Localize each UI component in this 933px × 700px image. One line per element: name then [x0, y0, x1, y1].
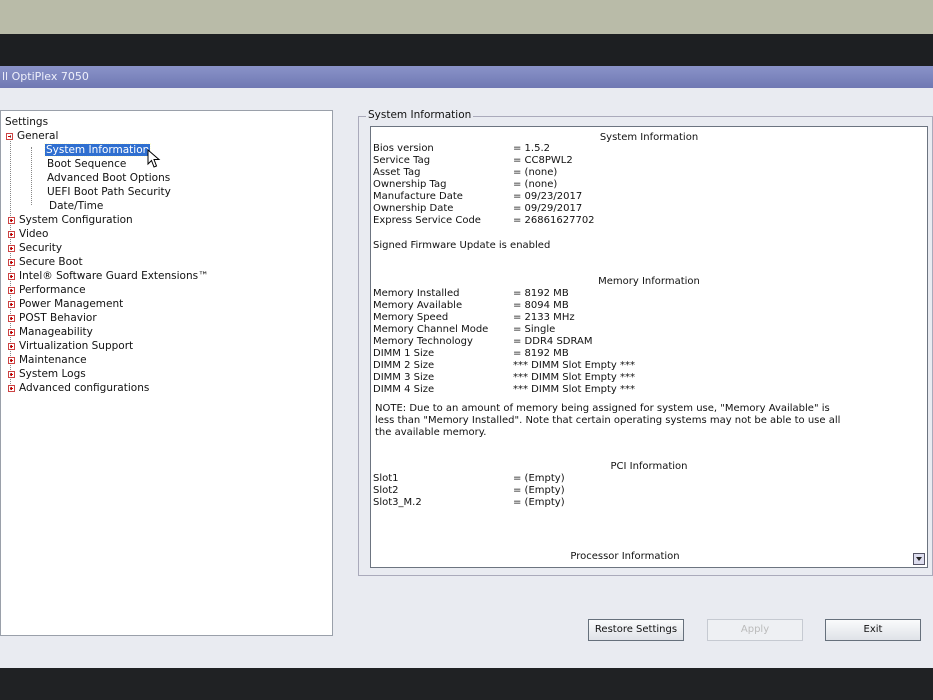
tree-item-video[interactable]: Video: [8, 227, 48, 241]
system-information-content[interactable]: System Information Bios version = 1.5.2 S…: [370, 126, 928, 568]
monitor-bezel-bottom: [0, 668, 933, 700]
expand-icon[interactable]: [8, 272, 15, 280]
tree-item-intel-sgx[interactable]: Intel® Software Guard Extensions™: [8, 269, 209, 283]
expand-icon[interactable]: [8, 216, 15, 224]
section-heading-processor: Processor Information: [570, 551, 680, 562]
expand-icon[interactable]: [8, 286, 15, 294]
exit-button[interactable]: Exit: [825, 619, 921, 641]
tree-item-power-management[interactable]: Power Management: [8, 297, 123, 311]
scroll-down-icon[interactable]: [913, 553, 925, 565]
expand-icon[interactable]: [8, 230, 15, 238]
mouse-cursor-icon: [147, 149, 161, 168]
tree-item-general[interactable]: General: [6, 129, 58, 143]
expand-icon[interactable]: [8, 370, 15, 378]
tree-item-secure-boot[interactable]: Secure Boot: [8, 255, 83, 269]
section-heading-memory: Memory Information: [598, 276, 700, 287]
tree-item-boot-sequence[interactable]: Boot Sequence: [47, 157, 126, 171]
tree-item-virtualization-support[interactable]: Virtualization Support: [8, 339, 133, 353]
tree-connector-line: [31, 147, 32, 205]
tree-item-performance[interactable]: Performance: [8, 283, 86, 297]
tree-item-manageability[interactable]: Manageability: [8, 325, 93, 339]
apply-button[interactable]: Apply: [707, 619, 803, 641]
background-wall: [0, 0, 933, 34]
expand-icon[interactable]: [8, 300, 15, 308]
settings-tree: Settings General System Information Boot…: [0, 110, 333, 636]
expand-icon[interactable]: [8, 328, 15, 336]
tree-item-maintenance[interactable]: Maintenance: [8, 353, 87, 367]
expand-icon[interactable]: [8, 244, 15, 252]
firmware-note: Signed Firmware Update is enabled: [373, 240, 551, 251]
monitor-bezel-top: [0, 34, 933, 68]
tree-item-advanced-boot-options[interactable]: Advanced Boot Options: [47, 171, 170, 185]
tree-item-system-information[interactable]: System Information: [43, 143, 152, 157]
expand-icon[interactable]: [8, 384, 15, 392]
expand-icon[interactable]: [8, 342, 15, 350]
tree-item-date-time[interactable]: Date/Time: [49, 199, 103, 213]
window-title: ll OptiPlex 7050: [0, 66, 933, 88]
group-title: System Information: [366, 109, 474, 121]
tree-title: Settings: [5, 116, 49, 128]
section-heading-pci: PCI Information: [610, 461, 688, 472]
expand-icon[interactable]: [8, 258, 15, 266]
collapse-icon[interactable]: [6, 132, 13, 140]
tree-item-uefi-boot-path-security[interactable]: UEFI Boot Path Security: [47, 185, 171, 199]
tree-item-advanced-configurations[interactable]: Advanced configurations: [8, 381, 149, 395]
section-heading-system: System Information: [599, 132, 699, 143]
tree-item-security[interactable]: Security: [8, 241, 62, 255]
tree-item-system-logs[interactable]: System Logs: [8, 367, 86, 381]
expand-icon[interactable]: [8, 356, 15, 364]
bios-screen: ll OptiPlex 7050 Settings General System…: [0, 66, 933, 670]
expand-icon[interactable]: [8, 314, 15, 322]
tree-item-post-behavior[interactable]: POST Behavior: [8, 311, 97, 325]
restore-settings-button[interactable]: Restore Settings: [588, 619, 684, 641]
memory-note: NOTE: Due to an amount of memory being a…: [375, 403, 841, 438]
tree-item-system-configuration[interactable]: System Configuration: [8, 213, 133, 227]
